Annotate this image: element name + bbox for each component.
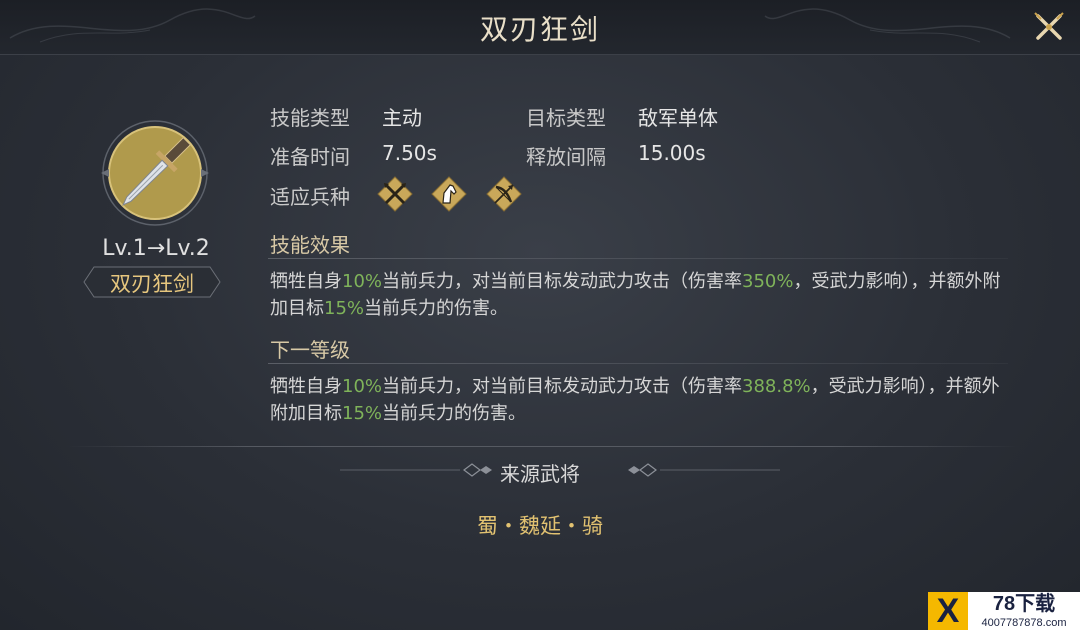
next-sacrifice-percent: 10% (342, 376, 383, 397)
effect-extra-percent: 15% (324, 298, 365, 319)
watermark-logo-icon: X (928, 592, 968, 630)
skill-level-text: Lv.1→Lv.2 (102, 236, 210, 261)
effect-damage-rate: 350% (742, 271, 794, 292)
skill-type-label: 技能类型 (270, 106, 350, 130)
double-blade-sword-icon (101, 120, 209, 226)
effect-description: 牺牲自身10%当前兵力，对当前目标发动武力攻击（伤害率350%，受武力影响），并… (270, 268, 1010, 322)
next-level-section-title: 下一等级 (270, 338, 350, 362)
section-divider (66, 446, 1020, 447)
ornament-right-icon (628, 463, 780, 477)
cooldown-label: 释放间隔 (526, 145, 606, 169)
skill-icon-frame (100, 118, 210, 228)
prep-time-value: 7.50s (382, 141, 437, 165)
watermark-name: 78下载 (968, 592, 1080, 616)
effect-sacrifice-percent: 10% (342, 271, 383, 292)
next-text-2: 当前兵力，对当前目标发动武力攻击（伤害率 (382, 376, 743, 397)
header-bar: 双刃狂剑 (0, 0, 1080, 55)
source-general-name[interactable]: 蜀・魏延・骑 (0, 510, 1080, 540)
target-type-label: 目标类型 (526, 106, 606, 130)
effect-text-4: 当前兵力的伤害。 (364, 298, 509, 319)
skill-name: 双刃狂剑 (110, 272, 194, 296)
next-extra-percent: 15% (342, 403, 383, 424)
next-text-1: 牺牲自身 (270, 376, 342, 397)
next-damage-rate: 388.8% (742, 376, 811, 397)
close-button[interactable] (1032, 10, 1066, 44)
next-level-description: 牺牲自身10%当前兵力，对当前目标发动武力攻击（伤害率388.8%，受武力影响）… (270, 373, 1010, 427)
target-type-value: 敌军单体 (638, 106, 718, 130)
prep-time-label: 准备时间 (270, 145, 350, 169)
skill-name-badge: 双刃狂剑 (82, 265, 222, 299)
crossed-spears-icon (377, 176, 413, 212)
cooldown-value: 15.00s (638, 141, 706, 165)
horse-head-icon (431, 176, 467, 212)
effect-text-2: 当前兵力，对当前目标发动武力攻击（伤害率 (382, 271, 743, 292)
skill-type-value: 主动 (382, 106, 422, 130)
page-title: 双刃狂剑 (479, 13, 600, 46)
source-general-title: 来源武将 (500, 462, 580, 486)
next-text-4: 当前兵力的伤害。 (382, 403, 527, 424)
next-level-section-line (268, 363, 1008, 364)
effect-text-1: 牺牲自身 (270, 271, 342, 292)
watermark-url: 4007787878.com (968, 616, 1080, 630)
bow-icon (486, 176, 522, 212)
close-icon (1034, 12, 1064, 40)
troop-types-label: 适应兵种 (270, 185, 350, 209)
site-watermark: X 78下载 4007787878.com (928, 592, 1080, 630)
effect-section-title: 技能效果 (270, 233, 350, 257)
effect-section-line (268, 258, 1008, 259)
